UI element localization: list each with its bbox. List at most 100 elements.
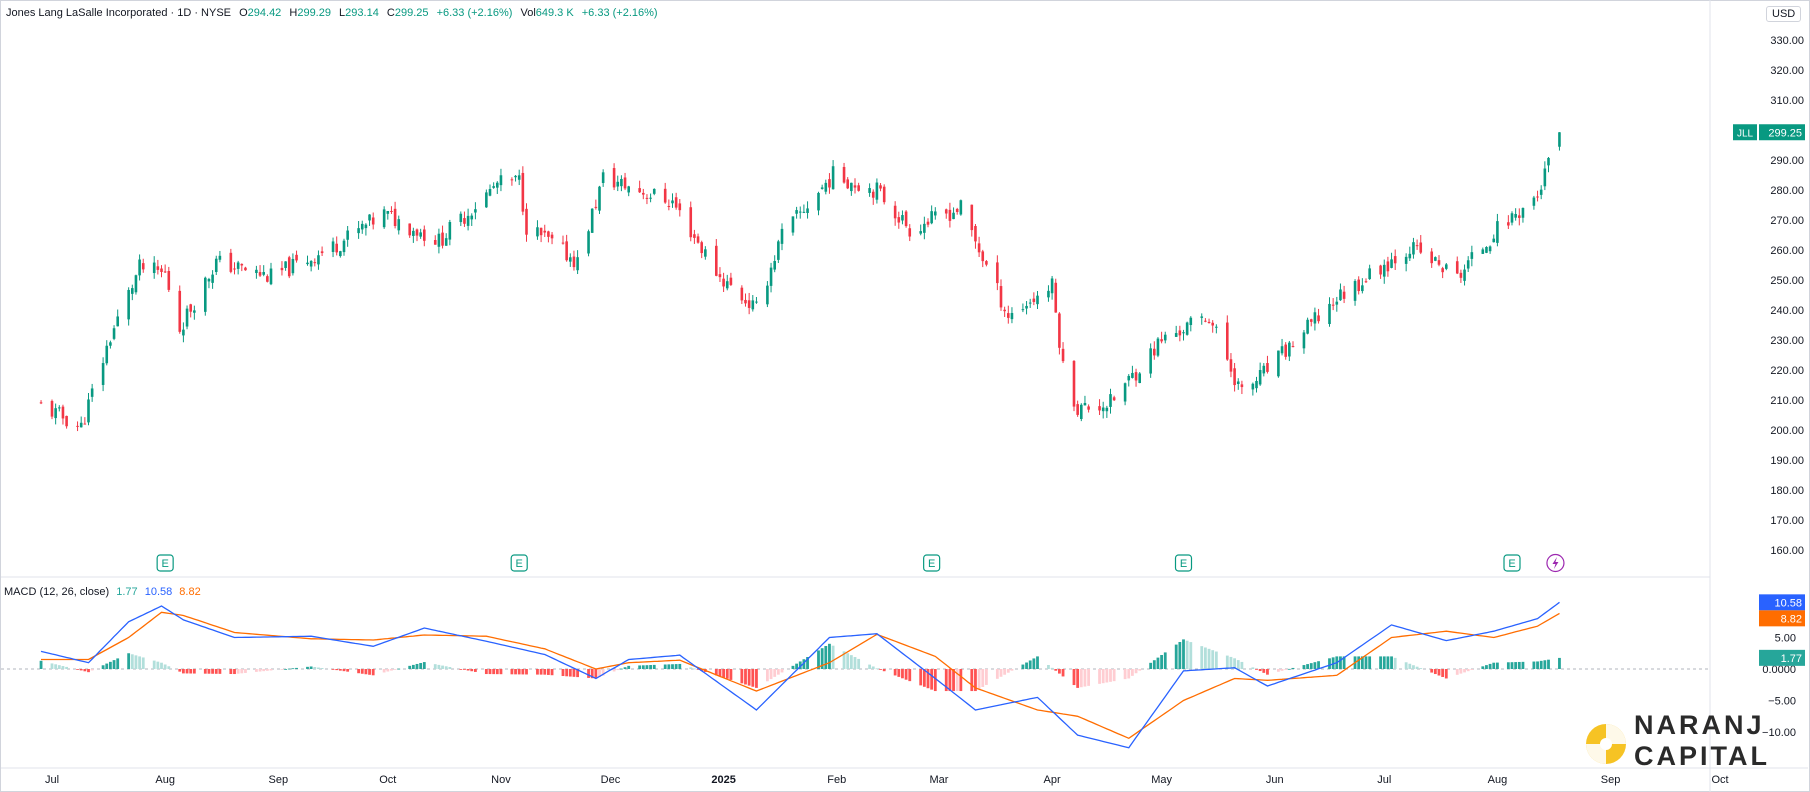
candle-body: [1339, 289, 1342, 301]
macd-histogram-bar: [722, 669, 725, 678]
macd-histogram-bar: [1368, 656, 1372, 669]
ohlc-close: C299.25: [386, 7, 429, 19]
macd-histogram-bar: [1036, 656, 1039, 669]
earnings-icon: E: [510, 554, 528, 572]
candle-body: [959, 200, 963, 215]
candle-body: [152, 262, 156, 274]
candle-body: [138, 259, 141, 276]
earnings-icon: E: [1503, 554, 1521, 572]
macd-histogram-bar: [846, 653, 850, 669]
candle-body: [437, 233, 441, 247]
macd-histogram-bar: [919, 669, 923, 686]
macd-histogram-bar: [995, 669, 999, 679]
macd-histogram-bar: [408, 665, 412, 669]
chart-canvas[interactable]: 330.00 320.00 310.00 290.00 280.00 270.00 260.…: [0, 0, 1810, 792]
candle-body: [704, 249, 707, 257]
candle-body: [623, 177, 627, 189]
macd-histogram-bar: [1006, 669, 1010, 673]
candle-body: [561, 242, 565, 244]
candle-body: [1361, 285, 1364, 292]
candle-body: [667, 205, 671, 207]
candle-body: [156, 266, 160, 270]
candle-body: [258, 272, 262, 276]
candle-body: [291, 258, 295, 274]
candle-body: [496, 182, 499, 188]
macd-histogram-bar: [1174, 644, 1178, 669]
macd-histogram-bar: [780, 669, 784, 673]
earnings-glyph: E: [161, 558, 168, 570]
macd-histogram-bar: [612, 669, 616, 672]
candle-body: [112, 328, 116, 339]
macd-histogram-bar: [547, 669, 550, 675]
macd-histogram-bar: [689, 667, 693, 669]
candle-body: [590, 208, 594, 233]
candle-body: [1357, 279, 1360, 292]
macd-histogram-bar: [1481, 666, 1485, 669]
macd-histogram-bar: [306, 666, 309, 669]
macd-histogram-bar: [313, 666, 317, 669]
candle-body: [1430, 251, 1433, 264]
macd-histogram-bar: [1466, 669, 1470, 672]
currency-button[interactable]: USD: [1766, 6, 1802, 22]
logo-word-1: NARANJ: [1634, 710, 1765, 740]
time-tick-label: Jun: [1266, 774, 1284, 786]
candle-body: [1342, 291, 1346, 299]
candle-body: [536, 227, 539, 237]
macd-histogram-bar: [525, 669, 528, 675]
macd-histogram-bar: [674, 664, 678, 669]
candle-body: [587, 231, 590, 254]
candle-body: [386, 210, 390, 214]
candle-body: [79, 422, 83, 428]
macd-histogram-bar: [1240, 661, 1244, 669]
macd-histogram-bar: [904, 669, 908, 680]
macd-histogram-bar: [1302, 665, 1306, 669]
candle-body: [1470, 252, 1474, 259]
macd-histogram-bar: [287, 668, 291, 670]
macd-histogram-bar: [1050, 667, 1054, 669]
macd-histogram-bar: [868, 664, 871, 669]
price-tick-label: 220.00: [1770, 365, 1804, 377]
candle-body: [649, 197, 652, 199]
candle-body: [970, 204, 974, 231]
macd-histogram-bar: [1415, 666, 1419, 669]
price-candles: [39, 132, 1561, 432]
price-tick-label: 170.00: [1770, 515, 1804, 527]
earnings-glyph: E: [516, 558, 523, 570]
candle-body: [1109, 394, 1112, 407]
candle-body: [313, 262, 317, 264]
macd-histogram-bar: [627, 665, 631, 669]
candle-body: [875, 182, 879, 200]
time-tick-label: Apr: [1044, 774, 1061, 786]
macd-histogram-bar: [561, 669, 565, 677]
macd-histogram-bar: [1003, 669, 1007, 675]
candle-body: [1455, 261, 1459, 274]
macd-histogram-bar: [255, 669, 258, 672]
candle-body: [459, 213, 463, 223]
macd-histogram-bar: [236, 669, 240, 674]
candle-body: [795, 210, 798, 214]
macd-histogram-bar: [459, 669, 463, 670]
macd-histogram-bar: [1514, 662, 1518, 669]
candle-body: [777, 241, 780, 260]
macd-histogram-bar: [342, 669, 346, 672]
last-price-tag: 299.25: [1768, 127, 1802, 139]
macd-histogram-bar: [141, 657, 145, 669]
candle-body: [1518, 215, 1521, 218]
macd-histogram-bar: [1112, 669, 1116, 682]
candle-body: [766, 285, 769, 305]
time-tick-label: Sep: [1601, 774, 1621, 786]
candle-body: [802, 211, 806, 213]
macd-histogram: [39, 639, 1561, 692]
candle-body: [543, 230, 547, 233]
price-tick-label: 190.00: [1770, 455, 1804, 467]
candle-body: [474, 209, 477, 213]
candle-body: [433, 239, 437, 245]
macd-histogram-bar: [667, 664, 671, 669]
macd-histogram-bar: [1185, 640, 1189, 669]
event-markers: EEEEE: [156, 553, 1565, 573]
price-tick-label: 320.00: [1770, 65, 1804, 77]
candle-body: [1189, 317, 1193, 326]
macd-histogram-bar: [386, 669, 390, 672]
candle-body: [1156, 338, 1160, 356]
macd-histogram-bar: [1357, 656, 1361, 669]
